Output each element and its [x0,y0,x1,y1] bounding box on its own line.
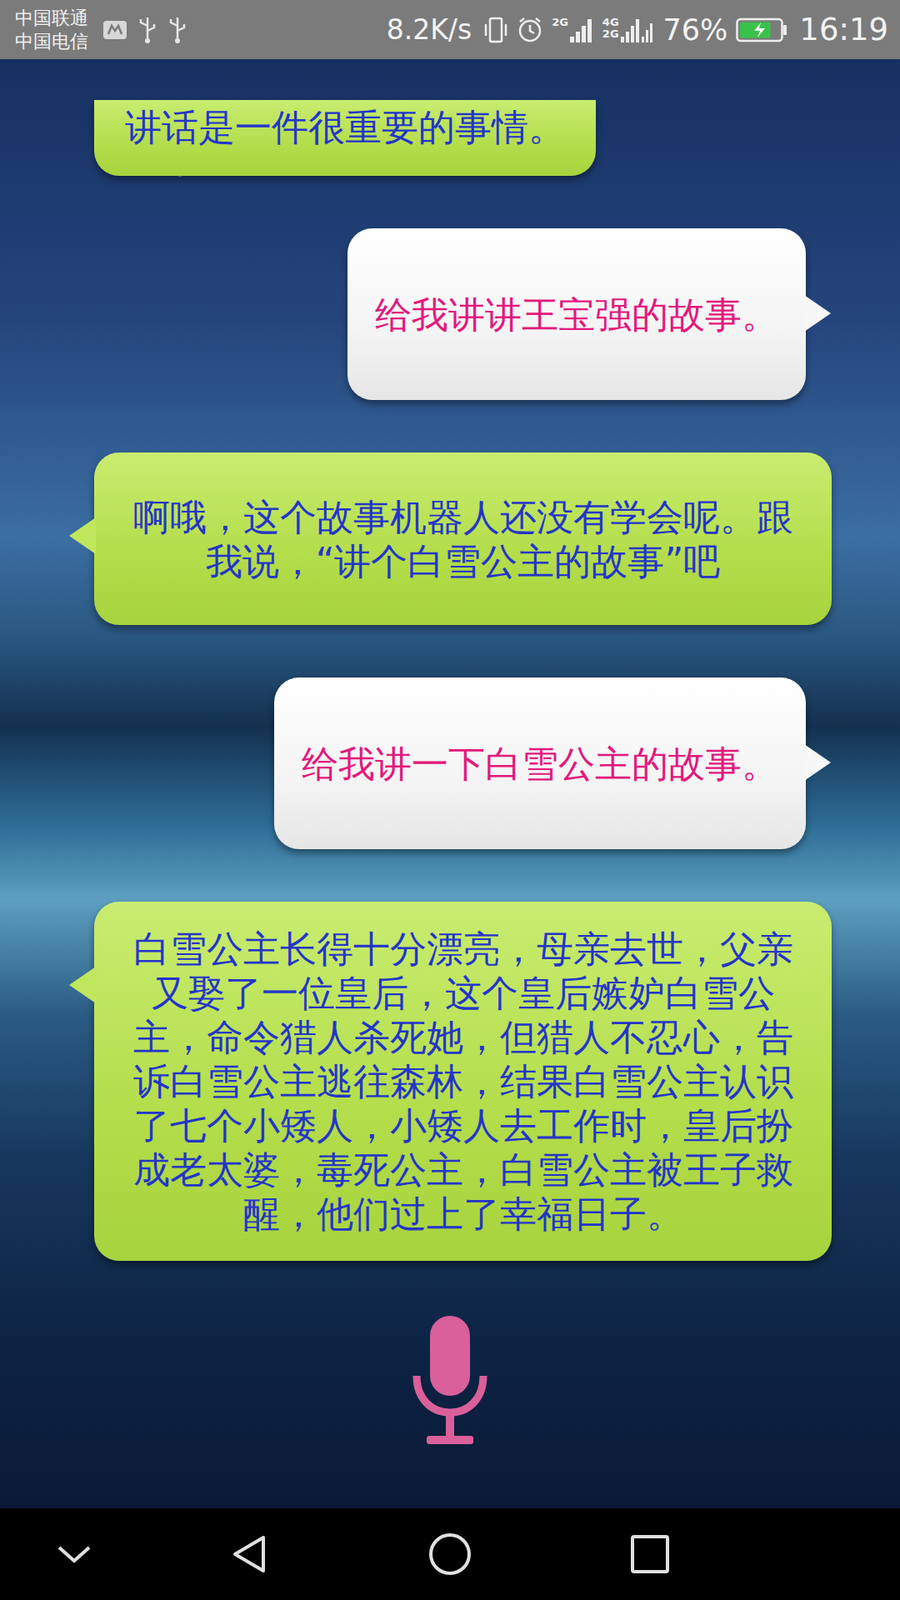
signal-icon [569,16,595,44]
status-right: 8.2K/s2G4G2G76%16:19 [386,11,889,48]
message-text: 给我讲一下白雪公主的故事。 [301,741,779,786]
robot-message-bubble: 讲话是一件很重要的事情。 [94,100,596,176]
signal-indicator: 4G2G [602,16,655,44]
robot-message-bubble: 白雪公主长得十分漂亮，母亲去世，父亲又娶了一位皇后，这个皇后嫉妒白雪公主，命令猎… [94,901,832,1261]
battery-icon [735,17,788,43]
dual-signal-icon [620,16,655,44]
network-type-label: 4G [602,16,620,29]
chat-screen: 讲话是一件很重要的事情。给我讲讲王宝强的故事。啊哦，这个故事机器人还没有学会呢。… [0,59,900,1509]
carrier-list: 中国联通中国电信 [15,6,89,54]
battery-percent: 76% [663,13,729,47]
recents-icon[interactable] [625,1529,675,1580]
navigation-bar [0,1508,900,1600]
usb-icon [166,15,189,45]
signal-indicator: 2G [551,16,595,44]
alarm-icon [516,15,544,45]
network-speed: 8.2K/s [386,13,472,46]
clock-time: 16:19 [799,11,889,48]
signal-labels: 2G [551,16,569,29]
status-left: 中国联通中国电信 [15,6,189,54]
carrier-name: 中国联通 [15,6,89,30]
vibrate-icon [483,15,509,45]
mic-area [0,1260,900,1449]
status-bar: 中国联通中国电信8.2K/s2G4G2G76%16:19 [0,0,900,60]
robot-message-bubble: 啊哦，这个故事机器人还没有学会呢。跟我说，“讲个白雪公主的故事”吧 [94,452,832,625]
message-text: 啊哦，这个故事机器人还没有学会呢。跟我说，“讲个白雪公主的故事”吧 [125,495,801,584]
usb-icon [136,15,159,45]
chat-list[interactable]: 讲话是一件很重要的事情。给我讲讲王宝强的故事。啊哦，这个故事机器人还没有学会呢。… [0,59,900,1261]
signal-labels: 4G2G [602,16,620,40]
message-text: 给我讲讲王宝强的故事。 [375,292,779,337]
message-text: 白雪公主长得十分漂亮，母亲去世，父亲又娶了一位皇后，这个皇后嫉妒白雪公主，命令猎… [125,926,801,1236]
microphone-icon[interactable] [408,1312,492,1449]
carrier-name: 中国电信 [15,30,89,54]
home-icon[interactable] [425,1529,475,1580]
back-icon[interactable] [225,1529,275,1580]
network-type-label: 2G [551,16,569,29]
network-type-label: 2G [602,28,620,40]
phone-screen: 中国联通中国电信8.2K/s2G4G2G76%16:19讲话是一件很重要的事情。… [0,0,900,1600]
chevron-down-icon[interactable] [49,1529,100,1580]
user-message-bubble: 给我讲讲王宝强的故事。 [347,228,806,400]
message-text: 讲话是一件很重要的事情。 [125,105,565,150]
user-message-bubble: 给我讲一下白雪公主的故事。 [274,677,806,850]
notification-app-icon [101,17,129,43]
